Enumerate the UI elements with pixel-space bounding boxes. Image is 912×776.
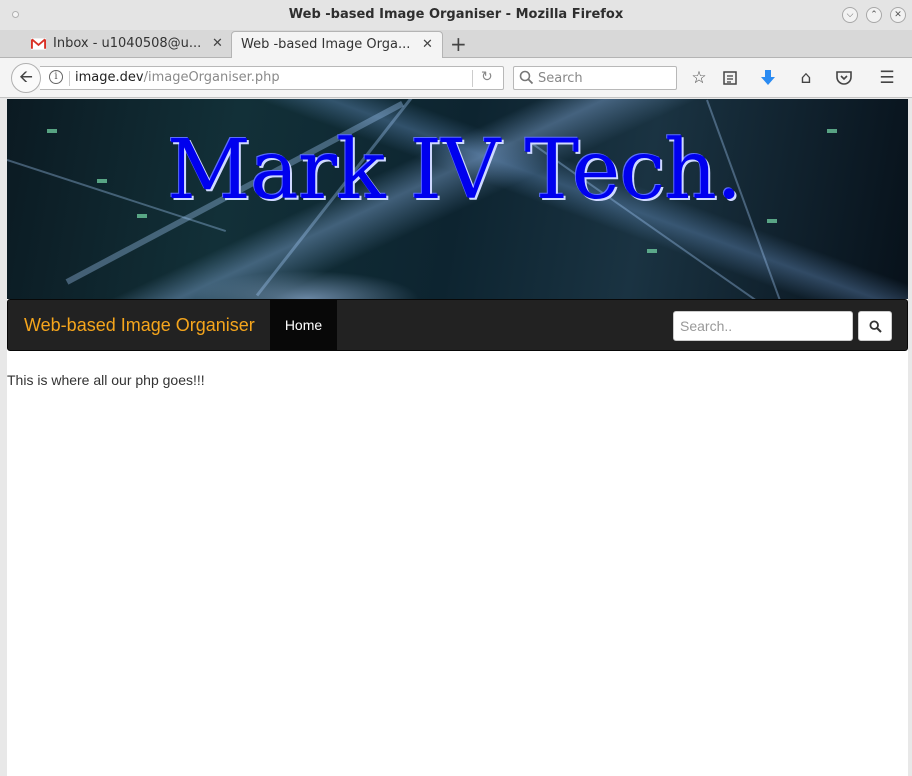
url-separator-right: [472, 70, 473, 87]
site-info-icon[interactable]: i: [49, 70, 63, 84]
search-icon: [868, 320, 882, 333]
gmail-icon: [31, 38, 46, 50]
tab-inbox-label: Inbox - u1040508@u...: [53, 36, 202, 51]
city-light: [827, 129, 837, 133]
tab-active-label: Web -based Image Orga...: [241, 37, 411, 52]
city-light: [767, 219, 777, 223]
site-brand-link[interactable]: Web-based Image Organiser: [24, 315, 255, 336]
window-title: Web -based Image Organiser - Mozilla Fir…: [288, 7, 624, 22]
tab-strip: Inbox - u1040508@u... ✕ Web -based Image…: [0, 30, 912, 58]
page-viewport: Mark IV Tech. Web-based Image Organiser …: [7, 99, 908, 776]
site-navbar: Web-based Image Organiser Home Search..: [7, 299, 908, 351]
back-button[interactable]: 🡨: [11, 63, 41, 93]
url-path: /imageOrganiser.php: [143, 70, 280, 85]
pocket-icon[interactable]: [833, 67, 855, 89]
new-tab-button[interactable]: +: [450, 32, 467, 56]
close-tab-icon[interactable]: ✕: [422, 37, 433, 52]
bookmark-star-icon[interactable]: ☆: [688, 67, 710, 89]
city-light: [137, 214, 147, 218]
city-light: [47, 129, 57, 133]
page-body-text: This is where all our php goes!!!: [7, 372, 205, 388]
tab-inbox[interactable]: Inbox - u1040508@u... ✕: [22, 31, 230, 58]
nav-home-link[interactable]: Home: [270, 300, 337, 350]
site-search-placeholder: Search..: [680, 318, 733, 334]
menu-icon[interactable]: ☰: [876, 67, 898, 89]
city-light: [647, 249, 657, 253]
browser-search-input[interactable]: Search: [513, 66, 677, 90]
url-text: image.dev/imageOrganiser.php: [75, 70, 280, 85]
minimize-button[interactable]: ⌵: [842, 7, 858, 23]
close-tab-icon[interactable]: ✕: [212, 36, 223, 51]
downloads-icon[interactable]: [757, 67, 779, 89]
home-icon[interactable]: ⌂: [795, 67, 817, 89]
url-host: image.dev: [75, 70, 144, 85]
reload-icon[interactable]: ↻: [481, 69, 493, 85]
browser-search-placeholder: Search: [538, 71, 583, 86]
title-bar: Web -based Image Organiser - Mozilla Fir…: [0, 0, 912, 30]
browser-window: Web -based Image Organiser - Mozilla Fir…: [0, 0, 912, 776]
search-icon: [519, 70, 534, 85]
tab-image-organiser[interactable]: Web -based Image Orga... ✕: [231, 31, 443, 58]
header-banner: Mark IV Tech.: [7, 99, 908, 299]
site-search-input[interactable]: Search..: [673, 311, 853, 341]
url-separator: [69, 71, 70, 86]
navigation-toolbar: i image.dev/imageOrganiser.php ↻ 🡨 Searc…: [0, 58, 912, 98]
close-window-button[interactable]: ✕: [890, 7, 906, 23]
city-light: [97, 179, 107, 183]
url-bar[interactable]: i image.dev/imageOrganiser.php ↻: [40, 66, 504, 90]
reading-list-icon[interactable]: [719, 67, 741, 89]
maximize-button[interactable]: ⌃: [866, 7, 882, 23]
banner-heading: Mark IV Tech.: [167, 123, 742, 218]
site-search-button[interactable]: [858, 311, 892, 341]
